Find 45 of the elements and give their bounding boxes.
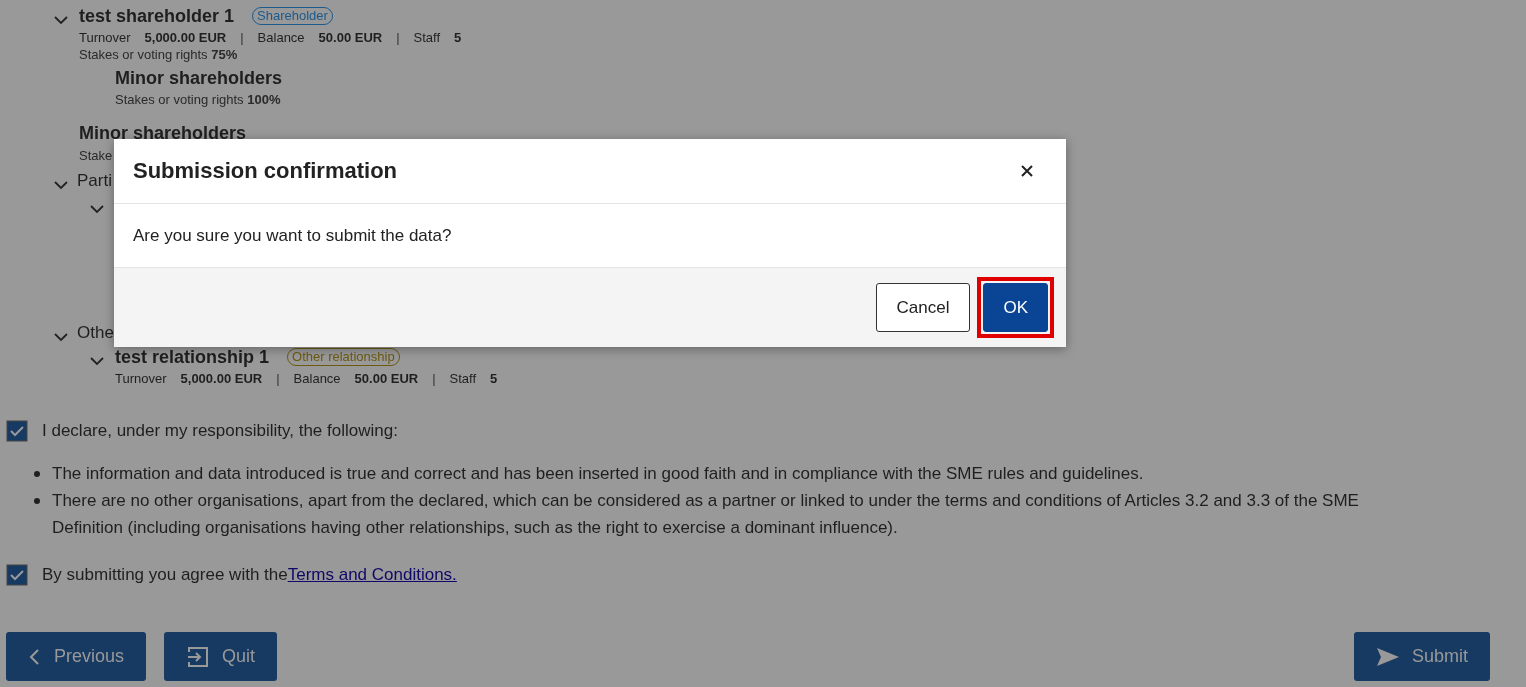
- metric-value: 50.00 EUR: [318, 29, 383, 45]
- metric-value: 5: [454, 29, 462, 45]
- entity-title: Minor shareholders: [115, 67, 283, 89]
- submit-button[interactable]: Submit: [1353, 632, 1490, 681]
- entity-title: test relationship 1: [115, 346, 270, 368]
- entity-title: Minor shareholders: [79, 122, 247, 144]
- bullet-dot: [34, 471, 40, 477]
- metric-value: 5,000.00 EUR: [180, 370, 263, 386]
- dialog-title: Submission confirmation: [133, 158, 398, 184]
- metric-label: Turnover: [79, 29, 131, 45]
- metric-value: 5,000.00 EUR: [144, 29, 227, 45]
- metric-value: 5: [490, 370, 498, 386]
- group-title: Parti: [77, 171, 112, 191]
- cancel-button[interactable]: Cancel: [875, 283, 971, 332]
- stakes-text: Stakes or voting rights 75%: [79, 46, 238, 64]
- checkbox-label: By submitting you agree with the: [42, 565, 288, 585]
- checkbox[interactable]: [6, 420, 28, 442]
- terms-link[interactable]: Terms and Conditions.: [287, 565, 457, 585]
- metric-label: Turnover: [115, 370, 167, 386]
- group-title: Othe: [77, 323, 114, 343]
- chevron-left-icon: [28, 647, 42, 666]
- separator: |: [240, 29, 244, 45]
- metric-label: Balance: [293, 370, 341, 386]
- bullet-text: The information and data introduced is true and correct and has been inserted in good faith and in compliance with the SME rules and guidelines.: [52, 463, 1144, 485]
- separator: |: [432, 370, 436, 386]
- checkbox[interactable]: [6, 564, 28, 586]
- checkbox-label: I declare, under my responsibility, the following:: [42, 421, 398, 441]
- stakes-text: Stake: [79, 147, 113, 165]
- separator: |: [396, 29, 400, 45]
- exit-icon: [186, 644, 211, 669]
- bullet-dot: [34, 498, 40, 504]
- metric-label: Staff: [413, 29, 441, 45]
- separator: |: [276, 370, 280, 386]
- stakes-text: Stakes or voting rights 100%: [115, 91, 281, 109]
- metric-value: 50.00 EUR: [354, 370, 419, 386]
- previous-button[interactable]: Previous: [6, 632, 147, 681]
- entity-title: test shareholder 1: [79, 5, 235, 27]
- ok-button[interactable]: OK: [983, 283, 1048, 332]
- close-icon: [1020, 164, 1034, 178]
- metric-label: Balance: [257, 29, 305, 45]
- quit-button[interactable]: Quit: [164, 632, 278, 681]
- metric-label: Staff: [449, 370, 477, 386]
- send-icon: [1375, 646, 1400, 667]
- dialog-message: Are you sure you want to submit the data?: [133, 225, 452, 246]
- bullet-text: There are no other organisations, apart from the declared, which can be considered as a partner or linked to under the terms and conditions of Articles 3.2 and 3.3 of the SME Definition (including organisations having other relationships, such as the right to exercise a dominant influence).: [52, 490, 1360, 539]
